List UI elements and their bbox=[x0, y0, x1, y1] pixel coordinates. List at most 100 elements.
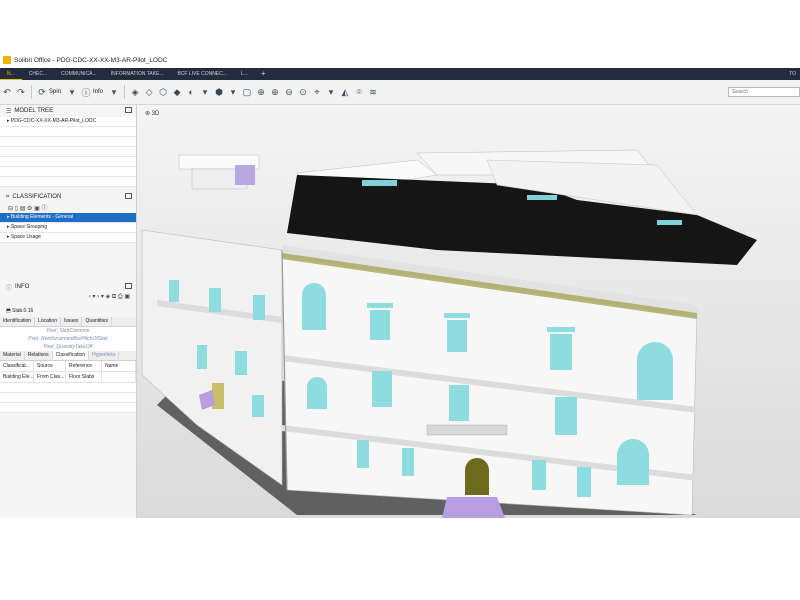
info-icon[interactable]: ⓘ bbox=[41, 206, 47, 212]
transparency-icon[interactable]: ◐ bbox=[185, 86, 197, 98]
window bbox=[169, 280, 179, 302]
classification-item-label: Building Elements - General bbox=[10, 214, 74, 220]
maximize-panel-icon[interactable] bbox=[125, 193, 132, 199]
zoom-out-icon[interactable]: ⊖ bbox=[283, 86, 295, 98]
hide-icon[interactable]: ◇ bbox=[143, 86, 155, 98]
info-header: ⓘ INFO bbox=[0, 281, 136, 293]
classification-toolbar: ⊟ ▯ ▤ ⚙ ▣ ⓘ bbox=[0, 203, 136, 213]
chevron-down-icon[interactable]: ▾ bbox=[101, 294, 104, 300]
tab-communication[interactable]: COMMUNICA... bbox=[54, 68, 104, 80]
arched-window bbox=[302, 283, 326, 330]
chevron-down-icon[interactable]: ▾ bbox=[93, 294, 96, 300]
print-icon[interactable]: ⎙ bbox=[118, 294, 123, 300]
building-model-render[interactable] bbox=[137, 105, 800, 518]
tab-model[interactable]: N... bbox=[0, 68, 22, 80]
tab-hyperlinks[interactable]: Hyperlinks bbox=[89, 351, 120, 360]
spin-label[interactable]: Spin bbox=[49, 89, 61, 95]
main-entrance-door bbox=[465, 458, 489, 495]
tab-checking[interactable]: CHEC... bbox=[22, 68, 54, 80]
tab-material[interactable]: Material bbox=[0, 351, 25, 360]
solibri-logo-icon bbox=[3, 56, 11, 64]
tab-classification[interactable]: Classification bbox=[52, 351, 90, 360]
classification-item-space-grouping[interactable]: ▸ Space Grouping bbox=[0, 223, 136, 233]
measure-icon[interactable]: ⌖ bbox=[311, 86, 323, 98]
new-document-icon[interactable]: ▯ bbox=[15, 206, 18, 212]
column-header: Name bbox=[102, 361, 136, 371]
column-header: Classificat... bbox=[0, 361, 34, 371]
pset-link[interactable]: Pset_SlabCommon bbox=[0, 327, 136, 335]
chevron-down-icon[interactable]: ▾ bbox=[66, 86, 78, 98]
tab-bcf-live-connector[interactable]: BCF LIVE CONNEC... bbox=[170, 68, 233, 80]
layers-icon[interactable]: ≋ bbox=[367, 86, 379, 98]
pediment bbox=[547, 327, 575, 332]
zoom-in-icon[interactable]: ⊕ bbox=[269, 86, 281, 98]
tab-identification[interactable]: Identification bbox=[0, 317, 36, 326]
search-input[interactable] bbox=[728, 87, 800, 97]
info-tabs-secondary: Material Relations Classification Hyperl… bbox=[0, 351, 136, 361]
add-tab-button[interactable]: + bbox=[255, 68, 272, 80]
chevron-down-icon[interactable]: ▾ bbox=[227, 86, 239, 98]
empty-row bbox=[0, 147, 136, 157]
pset-link[interactable]: Pset_ReinforcementBarPitchOfSlab bbox=[0, 335, 136, 343]
model-tree-item[interactable]: ▸ PDG-CDC-XX-XX-M3-AR-Pilot_LODC bbox=[0, 117, 136, 127]
selected-component-name: Slab.0.16 bbox=[12, 308, 34, 314]
lock-icon[interactable]: ▣ bbox=[34, 206, 40, 212]
chevron-down-icon[interactable]: ▾ bbox=[108, 86, 120, 98]
tab-quantities[interactable]: Quantities bbox=[82, 317, 112, 326]
3d-viewport[interactable]: ⊚ 3D bbox=[137, 105, 800, 518]
window bbox=[447, 320, 467, 352]
redo-icon[interactable]: ↷ bbox=[15, 86, 27, 98]
tab-issues[interactable]: Issues bbox=[61, 317, 83, 326]
maximize-panel-icon[interactable] bbox=[125, 283, 132, 289]
top-right-label: TO bbox=[789, 71, 796, 77]
table-row[interactable]: Building Ele... From Clas... Floor Slabs bbox=[0, 372, 136, 383]
model-tree-icon: ☰ bbox=[6, 108, 12, 115]
skylight bbox=[657, 220, 682, 225]
back-arrow-icon[interactable]: ‹ bbox=[89, 294, 91, 300]
section-plane-icon[interactable]: ◭ bbox=[339, 86, 351, 98]
window bbox=[449, 385, 469, 421]
select-objects-icon[interactable]: ◈ bbox=[129, 86, 141, 98]
zoom-selected-icon[interactable]: ⊙ bbox=[297, 86, 309, 98]
arched-window bbox=[617, 439, 649, 485]
window bbox=[235, 351, 247, 375]
chevron-down-icon[interactable]: ▾ bbox=[325, 86, 337, 98]
empty-row bbox=[0, 393, 136, 403]
info-label[interactable]: Info bbox=[93, 89, 103, 95]
orthographic-icon[interactable]: ▢ bbox=[241, 86, 253, 98]
classification-tool-icon[interactable]: ⊟ bbox=[8, 206, 13, 212]
cube-view-icon[interactable]: ⬢ bbox=[213, 86, 225, 98]
maximize-panel-icon[interactable] bbox=[125, 107, 132, 113]
table-cell bbox=[102, 372, 136, 382]
location-pin-icon[interactable]: ⌾ bbox=[353, 86, 365, 98]
info-title: INFO bbox=[15, 284, 30, 290]
tag-icon[interactable]: ◈ bbox=[106, 294, 111, 300]
tab-relations[interactable]: Relations bbox=[25, 351, 53, 360]
classification-item-space-usage[interactable]: ▸ Space Usage bbox=[0, 233, 136, 243]
isolate-icon[interactable]: ⬡ bbox=[157, 86, 169, 98]
spin-icon[interactable]: ⟳ bbox=[36, 86, 48, 98]
main-toolbar: ↶ ↷ ⟳ Spin ▾ ⓘ Info ▾ ◈ ◇ ⬡ ◆ ◐ ▾ ⬢ ▾ ▢ … bbox=[0, 80, 800, 105]
tab-information-takeoff[interactable]: INFORMATION TAKE... bbox=[104, 68, 171, 80]
show-all-icon[interactable]: ◆ bbox=[171, 86, 183, 98]
info-panel-icon: ⓘ bbox=[6, 285, 13, 292]
tab-location[interactable]: Location bbox=[35, 317, 61, 326]
left-panel: ☰ MODEL TREE ▸ PDG-CDC-XX-XX-M3-AR-Pilot… bbox=[0, 105, 137, 518]
model-tree-title: MODEL TREE bbox=[14, 108, 54, 114]
copy-icon[interactable]: ⧉ bbox=[112, 294, 116, 300]
selected-component: ⬒ Slab.0.16 bbox=[0, 305, 136, 317]
undo-icon[interactable]: ↶ bbox=[1, 86, 13, 98]
toolbar-divider bbox=[124, 85, 126, 99]
window bbox=[370, 310, 390, 340]
pset-link[interactable]: Pset_QuantityTakeOff bbox=[0, 343, 136, 351]
chevron-down-icon[interactable]: ▾ bbox=[199, 86, 211, 98]
lock-icon[interactable]: ▣ bbox=[124, 294, 130, 300]
tab-layout[interactable]: L... bbox=[234, 68, 255, 80]
skylight bbox=[527, 195, 557, 200]
zoom-extents-icon[interactable]: ⊕ bbox=[255, 86, 267, 98]
settings-icon[interactable]: ⚙ bbox=[27, 206, 32, 212]
classification-item-building-elements[interactable]: ▸ Building Elements - General bbox=[0, 213, 136, 223]
info-icon[interactable]: ⓘ bbox=[80, 86, 92, 98]
forward-arrow-icon[interactable]: › bbox=[97, 294, 99, 300]
rules-icon[interactable]: ▤ bbox=[20, 206, 26, 212]
